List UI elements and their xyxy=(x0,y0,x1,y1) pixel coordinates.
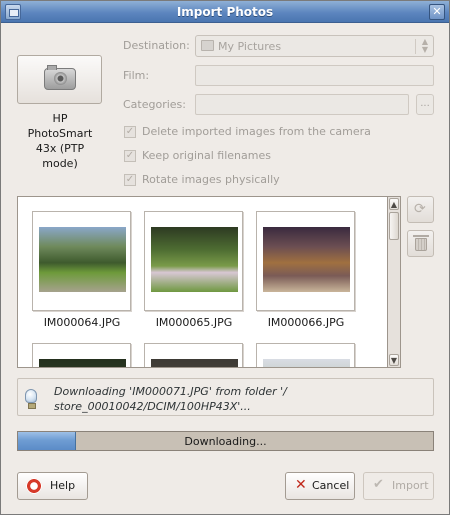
destination-value: My Pictures xyxy=(218,40,282,53)
camera-icon xyxy=(44,65,76,90)
checkbox-label: Keep original filenames xyxy=(142,149,271,162)
import-photos-dialog: Import Photos ✕ HP PhotoSmart 43x (PTP m… xyxy=(0,0,450,515)
status-message: Downloading 'IM000071.JPG' from folder '… xyxy=(54,385,287,413)
device-name-line: HP xyxy=(52,112,68,125)
help-button-label: Help xyxy=(50,479,76,492)
cancel-button[interactable]: ✕ Cancel xyxy=(285,472,355,500)
close-icon[interactable]: ✕ xyxy=(429,4,445,20)
device-name-line: PhotoSmart xyxy=(27,127,93,140)
thumbnail[interactable] xyxy=(144,211,243,311)
combo-arrows-icon: ▲ ▼ xyxy=(421,37,428,54)
thumbnail-filename: IM000064.JPG xyxy=(43,316,121,329)
checkbox-checked-icon: ✓ xyxy=(124,174,136,186)
device-name-line: mode) xyxy=(42,157,78,170)
photo-preview xyxy=(151,227,238,292)
import-button-label: Import xyxy=(392,479,429,492)
photo-preview xyxy=(263,227,350,292)
camera-device-button[interactable] xyxy=(17,55,102,104)
lifebuoy-icon xyxy=(26,478,42,494)
checkbox-label: Rotate images physically xyxy=(142,173,280,186)
thumbnail-filename: IM000066.JPG xyxy=(267,316,345,329)
checkbox-label: Delete imported images from the camera xyxy=(142,125,371,138)
scroll-up-icon[interactable]: ▲ xyxy=(389,198,399,210)
thumbnail[interactable] xyxy=(32,343,131,367)
categories-label: Categories: xyxy=(123,98,186,111)
gallery-scrollbar[interactable]: ▲ ▼ xyxy=(387,196,401,368)
folder-icon xyxy=(201,40,214,51)
categories-field[interactable] xyxy=(195,94,409,115)
help-button[interactable]: Help xyxy=(17,472,88,500)
cancel-button-label: Cancel xyxy=(312,479,350,492)
checkmark-icon: ✔ xyxy=(373,477,384,492)
thumbnail[interactable] xyxy=(256,211,355,311)
import-button[interactable]: ✔ Import xyxy=(363,472,434,500)
checkbox-checked-icon: ✓ xyxy=(124,150,136,162)
film-field[interactable] xyxy=(195,65,434,86)
thumbnail[interactable] xyxy=(144,343,243,367)
thumbnail-gallery[interactable]: IM000064.JPG IM000065.JPG IM000066.JPG xyxy=(17,196,401,368)
device-name: HP PhotoSmart 43x (PTP mode) xyxy=(15,111,105,171)
scroll-down-icon[interactable]: ▼ xyxy=(389,354,399,366)
thumbnail[interactable] xyxy=(32,211,131,311)
thumbnail-filename: IM000065.JPG xyxy=(155,316,233,329)
combo-separator xyxy=(415,39,416,54)
photo-preview xyxy=(151,359,238,367)
rotate-button[interactable]: ⟳ xyxy=(407,196,434,223)
refresh-icon: ⟳ xyxy=(414,201,426,217)
destination-label: Destination: xyxy=(123,39,190,52)
photo-preview xyxy=(39,359,126,367)
photo-preview xyxy=(263,359,350,367)
cancel-icon: ✕ xyxy=(295,477,307,493)
device-name-line: 43x (PTP xyxy=(35,142,85,155)
trash-icon xyxy=(413,235,429,251)
progress-label: Downloading... xyxy=(184,435,267,448)
thumbnail[interactable] xyxy=(256,343,355,367)
photo-preview xyxy=(39,227,126,292)
film-label: Film: xyxy=(123,69,150,82)
categories-browse-button[interactable]: ... xyxy=(416,94,434,115)
window-title: Import Photos xyxy=(176,5,274,19)
delete-button[interactable] xyxy=(407,230,434,257)
status-info-bar: Downloading 'IM000071.JPG' from folder '… xyxy=(17,378,434,416)
lightbulb-icon xyxy=(25,389,37,409)
download-progress-bar: Downloading... xyxy=(17,431,434,451)
scrollbar-thumb[interactable] xyxy=(389,212,399,240)
destination-combo[interactable]: My Pictures ▲ ▼ xyxy=(195,35,434,57)
title-bar: Import Photos ✕ xyxy=(1,1,449,23)
checkbox-checked-icon: ✓ xyxy=(124,126,136,138)
